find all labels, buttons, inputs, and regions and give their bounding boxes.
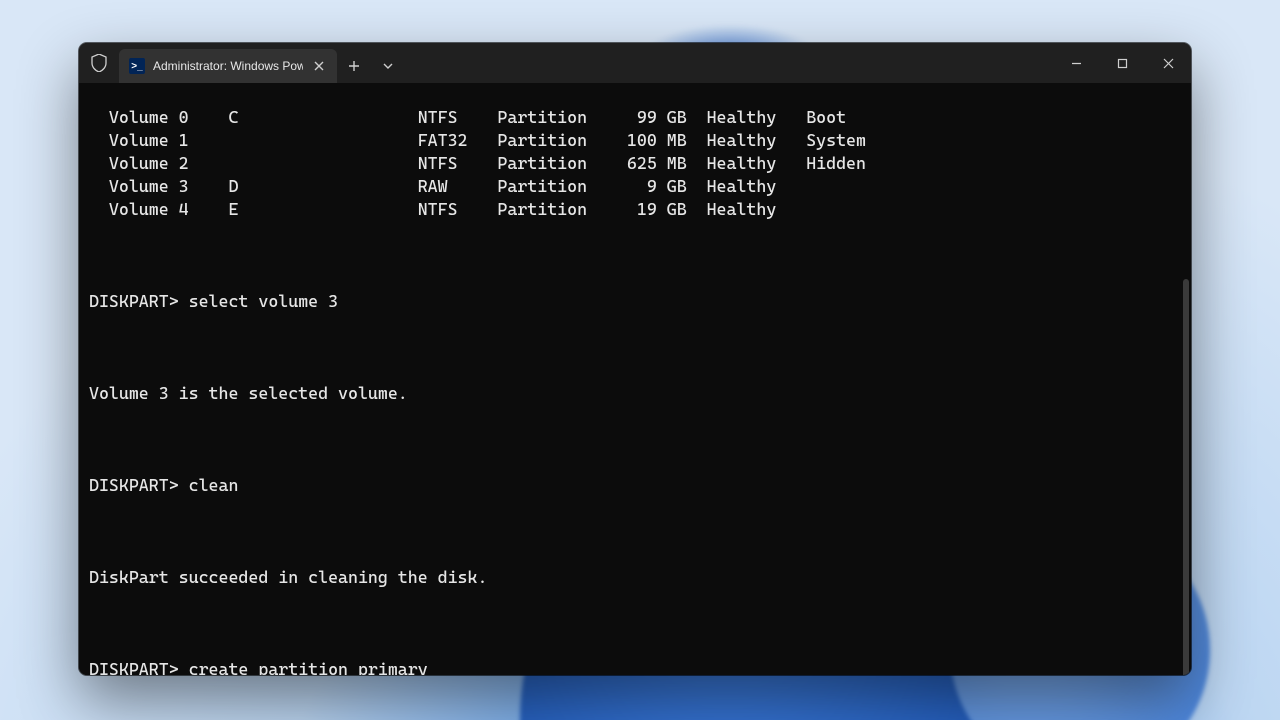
volume-row: Volume 4 E NTFS Partition 19 GB Healthy xyxy=(89,198,1191,221)
minimize-button[interactable] xyxy=(1053,43,1099,83)
blank-line xyxy=(89,520,1191,543)
blank-line xyxy=(89,612,1191,635)
titlebar[interactable]: >_ Administrator: Windows Powe xyxy=(79,43,1191,83)
new-tab-button[interactable] xyxy=(337,49,371,83)
tab-powershell[interactable]: >_ Administrator: Windows Powe xyxy=(119,49,337,83)
tab-dropdown-button[interactable] xyxy=(371,49,405,83)
tab-close-button[interactable] xyxy=(311,58,327,74)
blank-line xyxy=(89,428,1191,451)
volume-row: Volume 3 D RAW Partition 9 GB Healthy xyxy=(89,175,1191,198)
volume-row: Volume 0 C NTFS Partition 99 GB Healthy … xyxy=(89,106,1191,129)
cmd-clean-line: DISKPART> clean xyxy=(89,474,1191,497)
cmd-create-line: DISKPART> create partition primary xyxy=(89,658,1191,675)
blank-line xyxy=(89,336,1191,359)
resp-clean: DiskPart succeeded in cleaning the disk. xyxy=(89,566,1191,589)
scrollbar[interactable] xyxy=(1183,279,1189,675)
cmd-select-line: DISKPART> select volume 3 xyxy=(89,290,1191,313)
blank-line xyxy=(89,244,1191,267)
close-button[interactable] xyxy=(1145,43,1191,83)
app-shield-icon xyxy=(79,43,119,83)
terminal-output[interactable]: Volume 0 C NTFS Partition 99 GB Healthy … xyxy=(79,83,1191,675)
powershell-icon: >_ xyxy=(129,58,145,74)
terminal-window: >_ Administrator: Windows Powe Volume 0 xyxy=(79,43,1191,675)
volume-list: Volume 0 C NTFS Partition 99 GB Healthy … xyxy=(89,106,1191,221)
maximize-button[interactable] xyxy=(1099,43,1145,83)
titlebar-drag-region[interactable] xyxy=(405,43,1053,83)
resp-select: Volume 3 is the selected volume. xyxy=(89,382,1191,405)
tab-title: Administrator: Windows Powe xyxy=(153,59,303,73)
volume-row: Volume 2 NTFS Partition 625 MB Healthy H… xyxy=(89,152,1191,175)
volume-row: Volume 1 FAT32 Partition 100 MB Healthy … xyxy=(89,129,1191,152)
